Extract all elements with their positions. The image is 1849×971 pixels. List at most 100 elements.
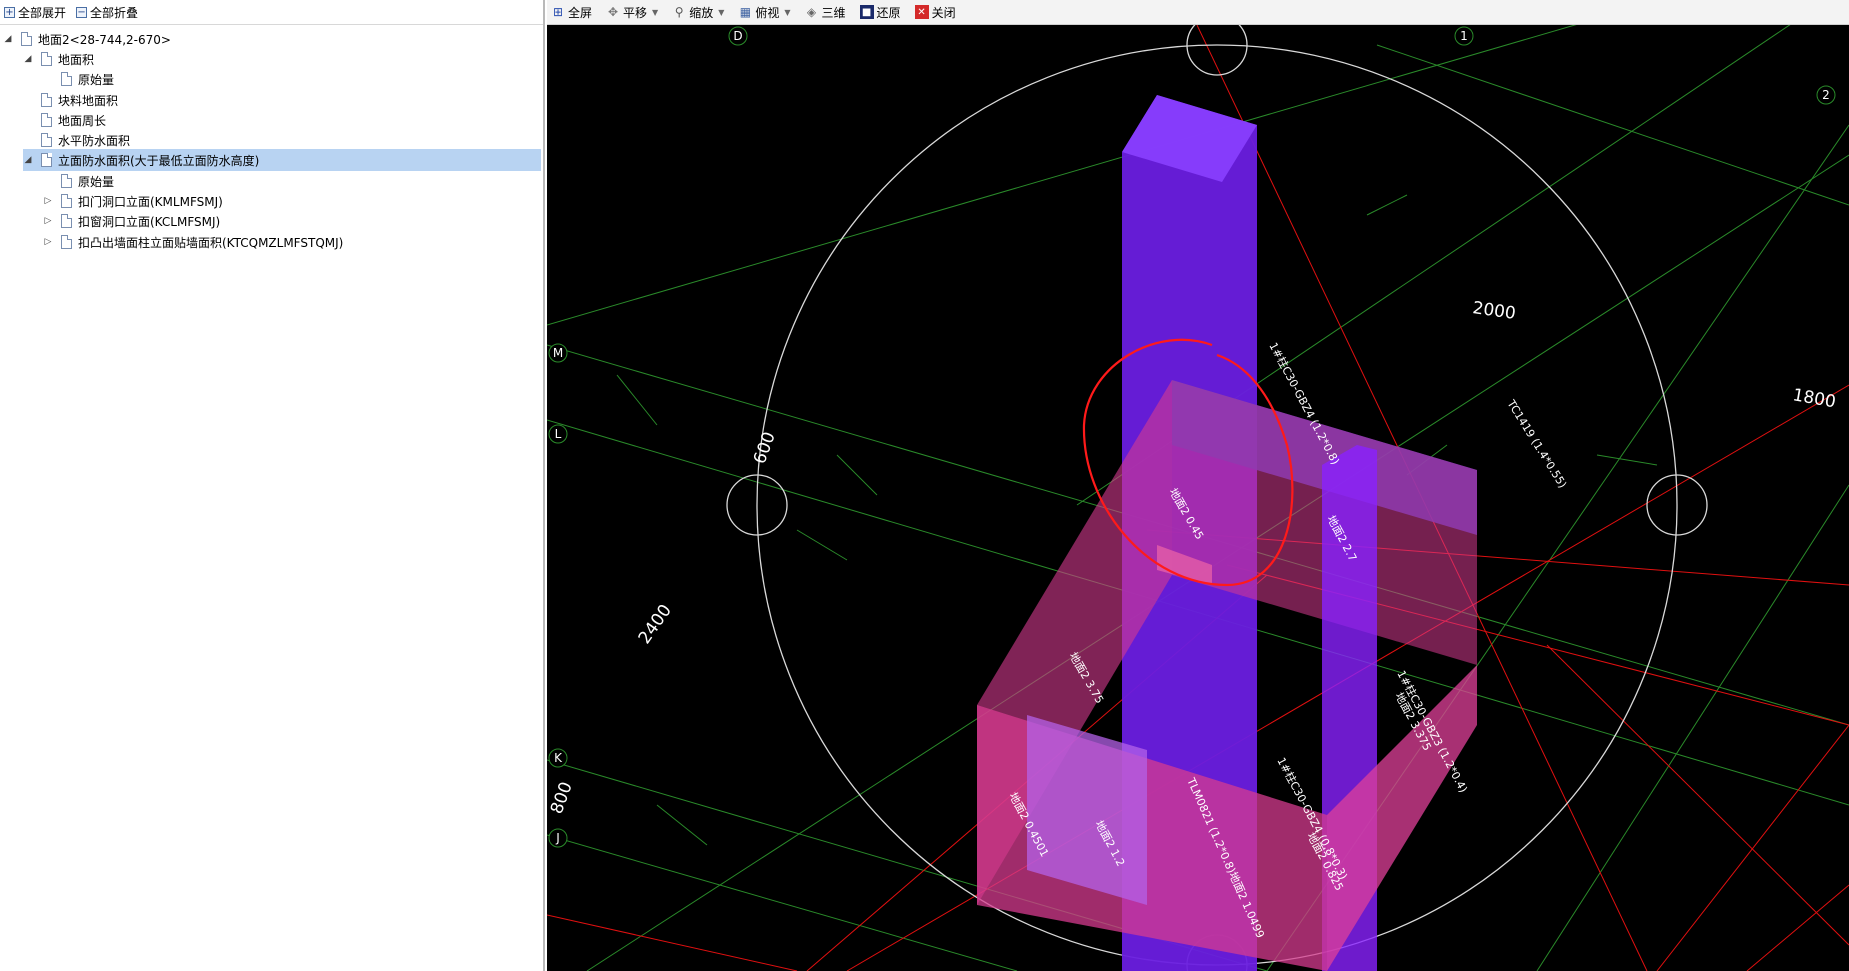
- tick: [656, 804, 708, 846]
- tree-node-label: 扣窗洞口立面(KCLMFSMJ): [78, 214, 221, 229]
- 3d-viewport[interactable]: D 1 2 M L K J 2000 1800 600 2400 800 1#柱…: [547, 25, 1849, 971]
- expand-all-label: 全部展开: [18, 5, 67, 20]
- restore-button[interactable]: ■ 还原: [859, 4, 901, 21]
- tree-node-label: 原始量: [78, 72, 115, 87]
- tree-node-label: 块料地面积: [58, 93, 119, 108]
- document-icon: [41, 93, 52, 107]
- pan-button[interactable]: ✥ 平移 ▼: [606, 4, 658, 21]
- tick: [836, 454, 878, 496]
- collapse-all-button[interactable]: − 全部折叠: [76, 4, 138, 21]
- axis-label-j: J: [555, 831, 560, 845]
- top-view-button[interactable]: ▦ 俯视 ▼: [738, 4, 791, 21]
- document-icon: [61, 194, 72, 208]
- fullscreen-icon: ⊞: [552, 5, 564, 19]
- dimension-1800: 1800: [1791, 385, 1837, 412]
- red-line: [1656, 724, 1849, 971]
- tree-node-tile-floor-area[interactable]: 块料地面积: [23, 89, 118, 111]
- viewport-toolbar: ⊞ 全屏 ✥ 平移 ▼ ⚲ 缩放 ▼ ▦ 俯视 ▼ ◈ 三维 ■ 还原 ✕ 关闭: [547, 0, 1849, 25]
- tick: [1596, 454, 1658, 466]
- magnifier-icon: ⚲: [674, 5, 684, 19]
- axis-label-2: 2: [1822, 88, 1830, 102]
- quantity-tree-panel: + 全部展开 − 全部折叠 ◢ 地面2<28-744,2-670> ◢ 地面积 …: [0, 0, 545, 971]
- close-label: 关闭: [931, 5, 956, 20]
- dropdown-arrow-icon[interactable]: ▼: [718, 8, 724, 17]
- document-icon: [41, 153, 52, 167]
- collapse-arrow-icon[interactable]: ◢: [23, 54, 33, 64]
- top-view-label: 俯视: [755, 5, 780, 20]
- three-d-label: 三维: [821, 5, 846, 20]
- fullscreen-button[interactable]: ⊞ 全屏: [551, 4, 592, 21]
- dimension-2000: 2000: [1471, 298, 1517, 324]
- pan-icon: ✥: [607, 5, 619, 19]
- tick: [796, 529, 848, 561]
- expand-arrow-icon[interactable]: ▷: [43, 237, 53, 247]
- expand-arrow-icon[interactable]: ▷: [43, 216, 53, 226]
- expand-all-button[interactable]: + 全部展开: [4, 4, 66, 21]
- plus-box-icon: +: [4, 6, 15, 18]
- tree-node-column-deduction[interactable]: ▷ 扣凸出墙面柱立面贴墙面积(KTCQMZLMFSTQMJ): [43, 231, 343, 253]
- dimension-800: 800: [547, 779, 577, 816]
- document-icon: [41, 133, 52, 147]
- tree-toolbar: + 全部展开 − 全部折叠: [0, 0, 543, 25]
- collapse-arrow-icon[interactable]: ◢: [23, 155, 33, 165]
- 3d-solids: [977, 95, 1477, 971]
- three-d-button[interactable]: ◈ 三维: [805, 4, 846, 21]
- collapse-all-label: 全部折叠: [90, 5, 139, 20]
- document-icon: [61, 235, 72, 249]
- tree-node-floor-perimeter[interactable]: 地面周长: [23, 109, 106, 131]
- dropdown-arrow-icon[interactable]: ▼: [784, 8, 790, 17]
- zoom-label: 缩放: [689, 5, 714, 20]
- tree-node-window-deduction[interactable]: ▷ 扣窗洞口立面(KCLMFSMJ): [43, 210, 220, 232]
- axis-label-m: M: [553, 346, 563, 360]
- axis-label-d: D: [733, 29, 742, 43]
- restore-label: 还原: [876, 5, 901, 20]
- tree-node-label: 地面积: [58, 52, 95, 67]
- label-window-tc1419: TC1419 (1.4*0.55): [1504, 397, 1569, 491]
- collapse-arrow-icon[interactable]: ◢: [3, 34, 13, 44]
- axis-line-j: [547, 834, 1018, 971]
- tree-node-label: 原始量: [78, 174, 115, 189]
- document-icon: [61, 174, 72, 188]
- red-line: [547, 914, 798, 971]
- expand-arrow-icon[interactable]: ▷: [43, 196, 53, 206]
- pan-label: 平移: [623, 5, 648, 20]
- dropdown-arrow-icon[interactable]: ▼: [652, 8, 658, 17]
- tree-node-raw-quantity-2[interactable]: 原始量: [43, 170, 114, 192]
- document-icon: [61, 72, 72, 86]
- three-d-icon: ◈: [806, 5, 817, 19]
- minus-box-icon: −: [76, 6, 88, 18]
- red-line: [1546, 644, 1849, 946]
- tree-node-floor-area[interactable]: ◢ 地面积: [23, 48, 94, 70]
- tick: [616, 374, 658, 426]
- tree-node-label: 地面周长: [58, 113, 107, 128]
- tree-node-label: 扣凸出墙面柱立面贴墙面积(KTCQMZLMFSTQMJ): [78, 235, 344, 250]
- dimension-2400: 2400: [635, 601, 676, 648]
- tree-node-label: 立面防水面积(大于最低立面防水高度): [58, 153, 260, 168]
- axis-line-d: [1376, 44, 1849, 206]
- tree-node-label: 扣门洞口立面(KMLMFSMJ): [78, 194, 223, 209]
- document-icon: [21, 32, 32, 46]
- 3d-scene[interactable]: D 1 2 M L K J 2000 1800 600 2400 800 1#柱…: [547, 25, 1849, 971]
- top-view-icon: ▦: [739, 5, 752, 19]
- document-icon: [41, 52, 52, 66]
- tree-node-door-deduction[interactable]: ▷ 扣门洞口立面(KMLMFSMJ): [43, 190, 223, 212]
- tree-node-raw-quantity[interactable]: 原始量: [43, 68, 114, 90]
- tree-node-horizontal-waterproof[interactable]: 水平防水面积: [23, 129, 130, 151]
- fullscreen-label: 全屏: [568, 5, 593, 20]
- tree-node-vertical-waterproof[interactable]: ◢ 立面防水面积(大于最低立面防水高度): [23, 149, 541, 171]
- close-icon: ✕: [914, 5, 929, 19]
- document-icon: [41, 113, 52, 127]
- close-button[interactable]: ✕ 关闭: [914, 4, 956, 21]
- document-icon: [61, 214, 72, 228]
- axis-label-1: 1: [1460, 29, 1468, 43]
- axis-label-l: L: [555, 427, 562, 441]
- zoom-button[interactable]: ⚲ 缩放 ▼: [672, 4, 725, 21]
- dimension-600: 600: [750, 429, 780, 466]
- tree-node-root[interactable]: ◢ 地面2<28-744,2-670>: [3, 28, 171, 50]
- tree-node-label: 水平防水面积: [58, 133, 131, 148]
- restore-icon: ■: [859, 5, 874, 19]
- tick: [1366, 194, 1408, 216]
- red-line: [1746, 884, 1849, 971]
- axis-label-k: K: [554, 751, 563, 765]
- tree-node-label: 地面2<28-744,2-670>: [38, 32, 171, 47]
